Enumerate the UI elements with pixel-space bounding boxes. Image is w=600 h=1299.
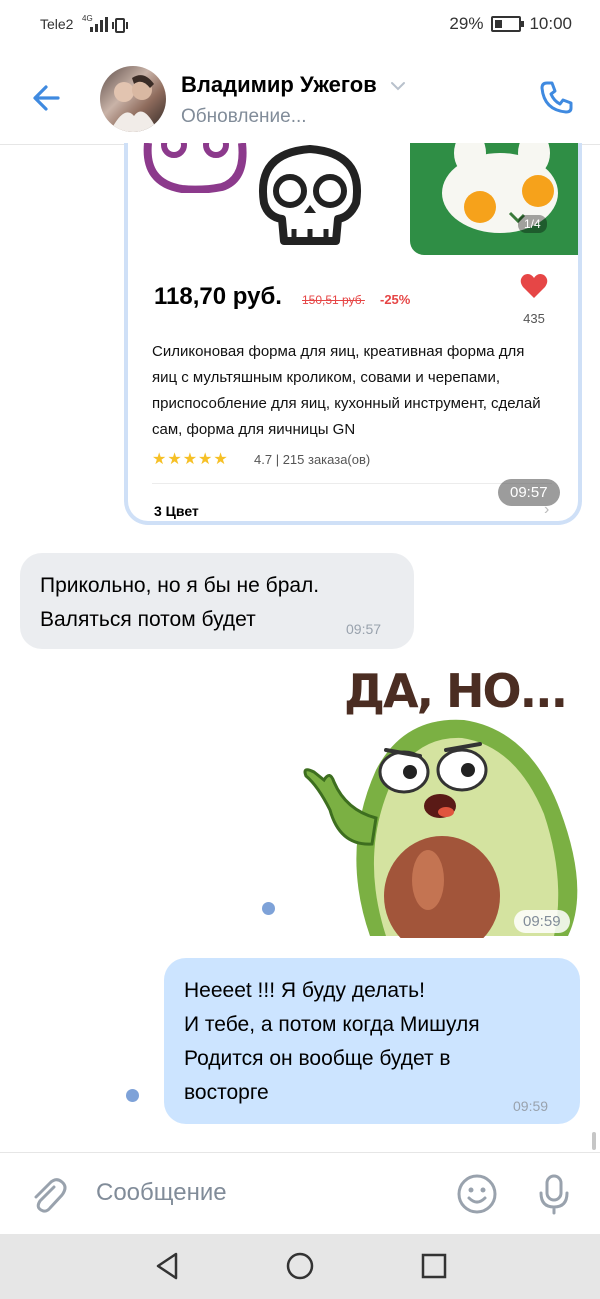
- product-images[interactable]: 1/4: [128, 143, 578, 255]
- divider: [152, 483, 552, 484]
- message-text: Прикольно, но я бы не брал. Валяться пот…: [40, 574, 320, 631]
- unread-dot: [126, 1089, 139, 1102]
- heart-icon[interactable]: [520, 273, 548, 299]
- unread-dot: [262, 902, 275, 915]
- avatar-photo: [110, 75, 158, 132]
- egg-mold-photo: [410, 143, 578, 255]
- back-arrow-icon[interactable]: [28, 78, 68, 118]
- discount-badge: -25%: [380, 292, 411, 307]
- sticker-time: 09:59: [514, 910, 570, 933]
- system-navigation-bar: [0, 1234, 600, 1299]
- emoji-icon[interactable]: [456, 1173, 498, 1215]
- owl-mold-image: [143, 143, 247, 193]
- skull-mold-image: [259, 145, 361, 245]
- nav-home-icon[interactable]: [284, 1250, 316, 1282]
- color-options[interactable]: 3 Цвет: [154, 503, 199, 519]
- likes-count: 435: [523, 311, 545, 326]
- battery-percent: 29%: [449, 14, 484, 33]
- chevron-down-icon: [390, 82, 405, 91]
- product-card[interactable]: 1/4 118,70 руб. 150,51 руб. -25% 435 Сил…: [124, 143, 582, 525]
- outgoing-message[interactable]: Нееееt !!! Я буду делать! И тебе, а пото…: [164, 958, 580, 1124]
- product-price: 118,70 руб.: [154, 283, 282, 310]
- avatar[interactable]: [100, 66, 166, 132]
- rating-stars-icon: ★★★★★: [152, 451, 229, 468]
- message-time: 09:59: [513, 1098, 549, 1114]
- signal-icon: [90, 17, 128, 33]
- message-text: Нееееt !!! Я буду делать! И тебе, а пото…: [184, 979, 480, 1104]
- avocado-sticker[interactable]: ДА, НО...: [300, 660, 586, 938]
- scrollbar[interactable]: [592, 1132, 596, 1150]
- nav-back-icon[interactable]: [152, 1250, 184, 1282]
- chat-header: Владимир Ужегов Обновление...: [0, 52, 600, 145]
- status-right: 29% 10:00: [449, 14, 572, 34]
- avocado-icon: [303, 719, 578, 938]
- paperclip-icon[interactable]: [28, 1175, 68, 1215]
- phone-call-icon[interactable]: [536, 77, 576, 117]
- nav-recents-icon[interactable]: [420, 1252, 448, 1280]
- image-counter: 1/4: [518, 215, 547, 233]
- contact-status: Обновление...: [181, 106, 307, 127]
- battery-icon: [491, 16, 525, 32]
- product-old-price: 150,51 руб.: [302, 293, 365, 307]
- status-bar: Tele2 4G 29% 10:00: [0, 0, 600, 52]
- microphone-icon[interactable]: [536, 1173, 572, 1215]
- clock: 10:00: [529, 14, 572, 33]
- incoming-message[interactable]: Прикольно, но я бы не брал. Валяться пот…: [20, 553, 414, 649]
- carrier-label: Tele2: [40, 16, 74, 32]
- message-time: 09:57: [346, 621, 382, 637]
- contact-name[interactable]: Владимир Ужегов: [181, 72, 407, 98]
- message-time: 09:57: [498, 479, 560, 506]
- message-input[interactable]: Сообщение: [96, 1179, 227, 1207]
- rating-text: 4.7 | 215 заказа(ов): [254, 452, 371, 467]
- message-input-bar: Сообщение: [0, 1152, 600, 1235]
- product-description: Силиконовая форма для яиц, креативная фо…: [152, 343, 541, 438]
